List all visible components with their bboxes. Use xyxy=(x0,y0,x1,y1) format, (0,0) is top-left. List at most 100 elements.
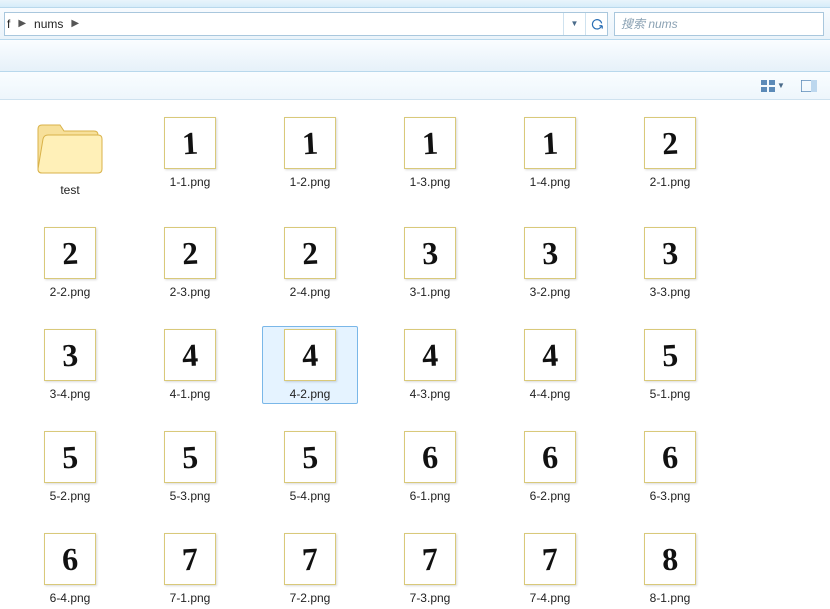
thumbnail-glyph: 2 xyxy=(181,237,199,270)
file-thumbnail: 1 xyxy=(164,117,216,169)
file-item[interactable]: 77-3.png xyxy=(382,530,478,608)
search-input[interactable]: 搜索 nums xyxy=(614,12,824,36)
thumbnail-glyph: 1 xyxy=(301,127,319,160)
file-label: 4-4.png xyxy=(530,387,571,401)
file-label: 6-4.png xyxy=(50,591,91,605)
file-item[interactable]: 4 4-4.png xyxy=(502,326,598,404)
file-label: 3-3.png xyxy=(650,285,691,299)
file-label: 5-3.png xyxy=(170,489,211,503)
file-item[interactable]: 22-2.png xyxy=(22,224,118,302)
file-item[interactable]: 44-3.png xyxy=(382,326,478,404)
file-item[interactable]: 7 7-4.png xyxy=(502,530,598,608)
file-label: 2-1.png xyxy=(650,175,691,189)
file-thumbnail: 6 xyxy=(404,431,456,483)
file-label: 6-3.png xyxy=(650,489,691,503)
file-label: 6-1.png xyxy=(410,489,451,503)
file-item[interactable]: 6 6-1.png xyxy=(382,428,478,506)
file-item[interactable]: 33-1.png xyxy=(382,224,478,302)
thumbnail-glyph: 2 xyxy=(661,127,679,160)
thumbnail-glyph: 1 xyxy=(541,127,559,160)
thumbnail-glyph: 4 xyxy=(541,339,559,372)
chevron-down-icon: ▼ xyxy=(571,19,579,28)
file-thumbnail: 8 xyxy=(644,533,696,585)
thumbnail-glyph: 2 xyxy=(61,237,79,270)
file-thumbnail: 3 xyxy=(44,329,96,381)
file-label: 3-2.png xyxy=(530,285,571,299)
file-thumbnail: 6 xyxy=(524,431,576,483)
refresh-button[interactable] xyxy=(585,13,607,35)
thumbnail-glyph: 6 xyxy=(61,543,79,576)
address-row: f ▶ nums ▶ ▼ 搜索 nums xyxy=(0,8,830,40)
folder-icon: 1 xyxy=(34,117,106,177)
file-thumbnail: 7 xyxy=(524,533,576,585)
thumbnail-glyph: 6 xyxy=(421,441,439,474)
file-item[interactable]: 5 5-3.png xyxy=(142,428,238,506)
file-item[interactable]: 2 2-3.png xyxy=(142,224,238,302)
file-thumbnail: 5 xyxy=(164,431,216,483)
file-thumbnail: 5 xyxy=(644,329,696,381)
file-label: 3-1.png xyxy=(410,285,451,299)
file-thumbnail: 2 xyxy=(644,117,696,169)
file-item[interactable]: 22-4.png xyxy=(262,224,358,302)
file-item[interactable]: 11-4.png xyxy=(502,114,598,200)
file-item[interactable]: 5 5-1.png xyxy=(622,326,718,404)
file-thumbnail: 1 xyxy=(404,117,456,169)
file-label: 8-1.png xyxy=(650,591,691,605)
breadcrumb-seg0[interactable]: f xyxy=(5,17,12,31)
file-item[interactable]: 1 1-1.png xyxy=(142,114,238,200)
thumbnail-glyph: 7 xyxy=(421,543,439,576)
file-item[interactable]: 6 6-2.png xyxy=(502,428,598,506)
file-label: 4-1.png xyxy=(170,387,211,401)
file-item[interactable]: 7 7-1.png xyxy=(142,530,238,608)
file-label: 7-4.png xyxy=(530,591,571,605)
file-item[interactable]: 77-2.png xyxy=(262,530,358,608)
file-label: 5-1.png xyxy=(650,387,691,401)
thumbnail-glyph: 3 xyxy=(61,339,79,372)
address-bar[interactable]: f ▶ nums ▶ ▼ xyxy=(4,12,608,36)
file-thumbnail: 7 xyxy=(164,533,216,585)
breadcrumb-separator: ▶ xyxy=(65,18,85,29)
thumbnail-glyph: 7 xyxy=(181,543,199,576)
file-thumbnail: 4 xyxy=(164,329,216,381)
file-item[interactable]: 55-2.png xyxy=(22,428,118,506)
file-thumbnail: 6 xyxy=(44,533,96,585)
file-item[interactable]: 55-4.png xyxy=(262,428,358,506)
file-thumbnail: 4 xyxy=(524,329,576,381)
file-label: 1-2.png xyxy=(290,175,331,189)
file-thumbnail: 5 xyxy=(284,431,336,483)
file-item[interactable]: 3 3-4.png xyxy=(22,326,118,404)
preview-pane-button[interactable] xyxy=(798,76,820,96)
file-thumbnail: 2 xyxy=(164,227,216,279)
file-label: 7-2.png xyxy=(290,591,331,605)
view-mode-button[interactable]: ▼ xyxy=(756,76,790,96)
preview-pane-icon xyxy=(801,80,817,92)
address-dropdown-button[interactable]: ▼ xyxy=(563,13,585,35)
file-thumbnail: 2 xyxy=(284,227,336,279)
thumbnail-glyph: 4 xyxy=(301,339,319,372)
file-thumbnail: 4 xyxy=(284,329,336,381)
file-item[interactable]: 2 2-1.png xyxy=(622,114,718,200)
thumbnails-icon xyxy=(761,80,775,92)
file-item[interactable]: 33-2.png xyxy=(502,224,598,302)
file-item[interactable]: 33-3.png xyxy=(622,224,718,302)
breadcrumb-seg1[interactable]: nums xyxy=(32,17,65,31)
file-item[interactable]: 66-3.png xyxy=(622,428,718,506)
thumbnail-glyph: 5 xyxy=(61,441,79,474)
thumbnail-glyph: 5 xyxy=(181,441,199,474)
file-thumbnail: 2 xyxy=(44,227,96,279)
file-label: 6-2.png xyxy=(530,489,571,503)
file-item[interactable]: 4 4-1.png xyxy=(142,326,238,404)
thumbnail-glyph: 7 xyxy=(541,543,559,576)
file-label: 2-3.png xyxy=(170,285,211,299)
file-item[interactable]: 6 6-4.png xyxy=(22,530,118,608)
file-label: 1-1.png xyxy=(170,175,211,189)
file-label: 4-3.png xyxy=(410,387,451,401)
file-label: 7-1.png xyxy=(170,591,211,605)
file-item[interactable]: 8 8-1.png xyxy=(622,530,718,608)
file-list-pane[interactable]: 1 test11-1.png11-2.png11-3.png11-4.png22… xyxy=(0,100,830,609)
file-item[interactable]: 11-3.png xyxy=(382,114,478,200)
file-label: 3-4.png xyxy=(50,387,91,401)
file-item[interactable]: 1 1-2.png xyxy=(262,114,358,200)
file-item[interactable]: 44-2.png xyxy=(262,326,358,404)
folder-item[interactable]: 1 test xyxy=(22,114,118,200)
